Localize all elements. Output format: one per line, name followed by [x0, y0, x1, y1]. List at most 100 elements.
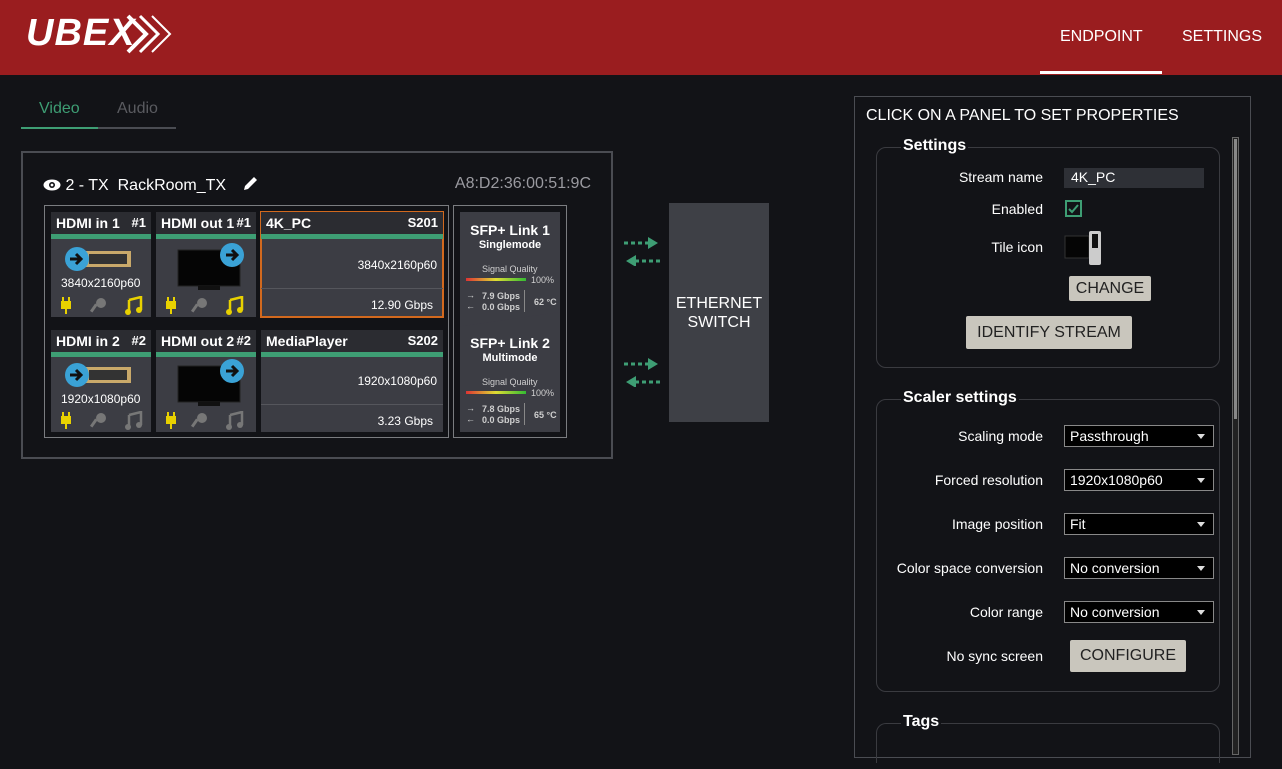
power-plug-icon	[61, 412, 71, 429]
sfp-link-1-panel[interactable]: SFP+ Link 1 Singlemode Signal Quality 10…	[460, 212, 560, 330]
sfp-group: SFP+ Link 1 Singlemode Signal Quality 10…	[453, 205, 567, 438]
nav-active-indicator	[1040, 71, 1162, 74]
hdmi-in-2-status-icons	[61, 411, 143, 430]
stream-s201-panel[interactable]: 4K_PC S201 3840x2160p60 12.90 Gbps	[260, 211, 444, 318]
hdmi-input-icon	[65, 247, 131, 271]
properties-panel: CLICK ON A PANEL TO SET PROPERTIES Setti…	[854, 96, 1251, 763]
scaling-mode-select[interactable]: Passthrough	[1064, 425, 1214, 447]
enabled-checkbox[interactable]	[1065, 200, 1082, 217]
key-icon	[89, 413, 106, 428]
sfp-link-1-temp: 62 °C	[534, 297, 557, 307]
ethernet-switch: ETHERNET SWITCH	[669, 203, 769, 422]
hdmi-in-1-status-icons	[61, 296, 143, 315]
sfp-link-2-panel[interactable]: SFP+ Link 2 Multimode Signal Quality 100…	[460, 312, 560, 432]
tags-section: Tags	[876, 713, 1220, 763]
sfp-link-1-signal-bar	[466, 278, 526, 281]
music-note-icon	[226, 296, 244, 315]
hdmi-in-2-num: #2	[131, 333, 146, 348]
settings-legend: Settings	[901, 137, 969, 155]
hdmi-in-2-panel[interactable]: HDMI in 2 #2 1920x1080p60	[51, 330, 151, 432]
chevron-down-icon	[1197, 522, 1205, 527]
chevron-down-icon	[1197, 434, 1205, 439]
stream-s201-name: 4K_PC	[266, 215, 312, 231]
tags-legend: Tags	[901, 713, 942, 731]
forced-resolution-value: 1920x1080p60	[1070, 472, 1163, 488]
sfp-link-2-signal-value: 100%	[531, 388, 555, 398]
identify-stream-button[interactable]: IDENTIFY STREAM	[966, 316, 1132, 349]
rx-arrow-icon: ←	[466, 414, 475, 424]
settings-section: Settings Stream name 4K_PC Enabled Tile …	[876, 137, 1220, 368]
stream-s202-resolution: 1920x1080p60	[357, 374, 437, 388]
device-name: 2 - TX RackRoom_TX	[65, 177, 227, 194]
stream-s201-resolution: 3840x2160p60	[357, 258, 437, 272]
nav-settings[interactable]: SETTINGS	[1182, 28, 1262, 46]
hdmi-in-1-panel[interactable]: HDMI in 1 #1 3840x2160p60	[51, 212, 151, 317]
hdmi-in-2-label: HDMI in 2	[56, 333, 120, 349]
change-button[interactable]: CHANGE	[1069, 276, 1151, 301]
top-bar: UBEX ENDPOINT SETTINGS	[0, 0, 1282, 75]
sfp-link-2-signal-bar	[466, 391, 526, 394]
scaling-mode-value: Passthrough	[1070, 428, 1149, 444]
hdmi-out-2-num: #2	[236, 333, 251, 348]
hdmi-out-2-panel[interactable]: HDMI out 2 #2	[156, 330, 256, 432]
stream-s201-id: S201	[407, 215, 438, 230]
color-space-label: Color space conversion	[896, 560, 1043, 576]
scrollbar-thumb[interactable]	[1234, 139, 1237, 419]
eye-icon[interactable]	[43, 179, 61, 191]
image-position-select[interactable]: Fit	[1064, 513, 1214, 535]
logo-chevrons-icon	[126, 14, 172, 54]
hdmi-out-2-status-icons	[166, 411, 244, 430]
enabled-label: Enabled	[991, 201, 1043, 217]
hdmi-out-2-label: HDMI out 2	[161, 333, 235, 349]
checkmark-icon	[1068, 204, 1079, 214]
sfp-link-1-rx: 0.0 Gbps	[482, 302, 521, 312]
hdmi-in-1-label: HDMI in 1	[56, 215, 120, 231]
scaling-mode-label: Scaling mode	[958, 428, 1043, 444]
key-icon	[190, 413, 207, 428]
monitor-output-icon	[177, 359, 244, 406]
image-position-value: Fit	[1070, 516, 1086, 532]
rx-arrow-icon: ←	[466, 301, 475, 311]
edit-pencil-icon[interactable]	[241, 175, 259, 193]
stream-name-field[interactable]: 4K_PC	[1064, 168, 1204, 188]
stream-s202-bitrate: 3.23 Gbps	[377, 414, 433, 428]
hdmi-out-1-panel[interactable]: HDMI out 1 #1	[156, 212, 256, 317]
tx-arrow-icon: →	[466, 290, 475, 300]
hdmi-out-1-num: #1	[236, 215, 251, 230]
image-position-label: Image position	[951, 516, 1043, 532]
chevron-down-icon	[1197, 478, 1205, 483]
stream-s202-panel[interactable]: MediaPlayer S202 1920x1080p60 3.23 Gbps	[261, 330, 443, 432]
music-note-icon	[226, 411, 244, 430]
hdmi-out-1-status-icons	[166, 296, 244, 315]
scaler-settings-section: Scaler settings Scaling mode Passthrough…	[876, 389, 1220, 692]
color-range-select[interactable]: No conversion	[1064, 601, 1214, 623]
hdmi-in-1-num: #1	[131, 215, 146, 230]
tab-audio[interactable]: Audio	[117, 100, 158, 118]
power-plug-icon	[61, 297, 71, 314]
sfp-link-2-title: SFP+ Link 2	[470, 335, 550, 351]
color-space-select[interactable]: No conversion	[1064, 557, 1214, 579]
tile-monitor-icon	[1064, 231, 1101, 265]
hdmi-in-2-resolution: 1920x1080p60	[61, 392, 141, 406]
switch-label-line2: SWITCH	[687, 313, 751, 331]
no-sync-screen-label: No sync screen	[946, 648, 1043, 664]
monitor-output-icon	[177, 243, 244, 290]
color-space-value: No conversion	[1070, 560, 1160, 576]
properties-scrollbar[interactable]	[1232, 137, 1239, 755]
sfp-link-2-mode: Multimode	[482, 352, 538, 364]
sfp-link-2-rx: 0.0 Gbps	[482, 415, 521, 425]
sfp-link-1-title: SFP+ Link 1	[470, 222, 550, 238]
tab-video[interactable]: Video	[39, 100, 80, 118]
configure-button[interactable]: CONFIGURE	[1070, 640, 1186, 672]
sfp-link-1-signal-value: 100%	[531, 275, 555, 285]
scaler-legend: Scaler settings	[901, 389, 1019, 407]
tab-audio-underline	[98, 127, 176, 129]
nav-endpoint[interactable]: ENDPOINT	[1060, 28, 1143, 46]
forced-resolution-select[interactable]: 1920x1080p60	[1064, 469, 1214, 491]
sfp-link-2-tx: 7.8 Gbps	[482, 404, 521, 414]
sfp-link-1-tx: 7.9 Gbps	[482, 291, 521, 301]
device-header: 2 - TX RackRoom_TX	[43, 175, 259, 195]
device-mac: A8:D2:36:00:51:9C	[454, 175, 591, 192]
stream-s202-id: S202	[407, 333, 438, 348]
key-icon	[89, 298, 106, 313]
